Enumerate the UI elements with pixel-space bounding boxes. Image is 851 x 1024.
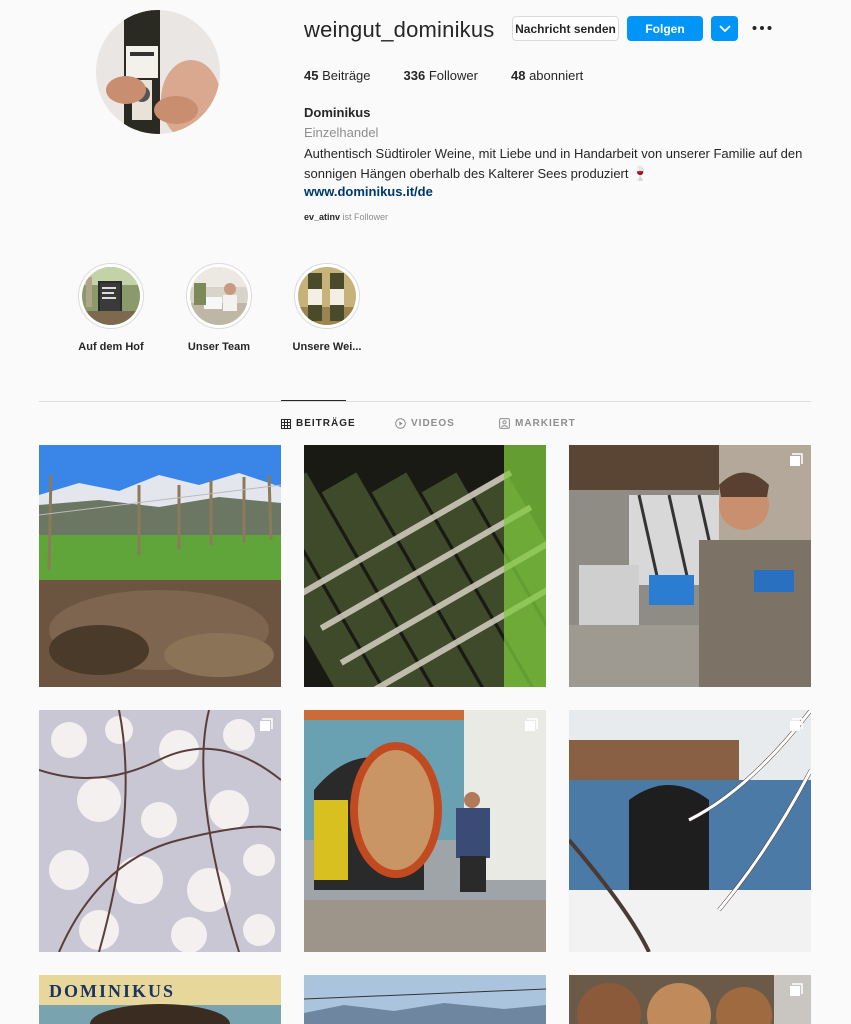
post-tile-snowy-entrance[interactable]: [569, 710, 811, 952]
profile-website-link[interactable]: www.dominikus.it/de: [304, 184, 433, 199]
multi-post-icon: [790, 718, 803, 731]
post-tile-blossoms[interactable]: [39, 710, 281, 952]
more-options-button[interactable]: [751, 18, 773, 38]
post-tile-vineyard-mountains[interactable]: [39, 445, 281, 687]
profile-username: weingut_dominikus: [304, 17, 495, 42]
multi-post-icon: [525, 718, 538, 731]
following-stat[interactable]: 48 abonniert: [511, 68, 583, 83]
multi-post-icon: [790, 983, 803, 996]
more-options-icon: [752, 26, 772, 30]
highlight-unser-team[interactable]: Unser Team: [174, 263, 264, 353]
multi-post-icon: [260, 718, 273, 731]
highlight-unsere-weine[interactable]: Unsere Wei...: [282, 263, 372, 353]
highlight-label: Unser Team: [187, 341, 251, 353]
highlight-label: Auf dem Hof: [78, 341, 144, 353]
post-tile-winemaker-cellar[interactable]: [569, 445, 811, 687]
highlight-auf-dem-hof[interactable]: Auf dem Hof: [66, 263, 156, 353]
tab-videos[interactable]: VIDEOS: [395, 418, 455, 429]
suggested-dropdown-button[interactable]: [711, 16, 738, 41]
svg-text:DOMINIKUS: DOMINIKUS: [49, 981, 175, 1001]
multi-post-icon: [790, 453, 803, 466]
tabs-divider: [39, 401, 811, 402]
tab-label: MARKIERT: [515, 418, 576, 429]
post-tile-dominikus-sign[interactable]: DOMINIKUS: [39, 975, 281, 1024]
tab-tagged[interactable]: MARKIERT: [499, 418, 576, 429]
highlight-cover-image: [298, 267, 356, 325]
highlight-label: Unsere Wei...: [292, 341, 362, 353]
profile-avatar[interactable]: [96, 10, 220, 134]
followers-stat[interactable]: 336 Follower: [404, 68, 478, 83]
posts-stat: 45 Beiträge: [304, 68, 371, 83]
post-tile-lake-view[interactable]: [304, 975, 546, 1024]
send-message-button[interactable]: Nachricht senden: [512, 16, 619, 41]
post-tile-barrels[interactable]: [569, 975, 811, 1024]
tab-label: BEITRÄGE: [296, 418, 356, 429]
tab-label: VIDEOS: [411, 418, 455, 429]
profile-bio: Authentisch Südtiroler Weine, mit Liebe …: [304, 146, 803, 181]
active-tab-indicator: [281, 400, 346, 401]
profile-category: Einzelhandel: [304, 125, 379, 140]
tab-posts[interactable]: BEITRÄGE: [281, 418, 356, 429]
play-circle-icon: [395, 418, 406, 429]
highlight-cover-image: [82, 267, 140, 325]
follow-button[interactable]: Folgen: [627, 16, 703, 41]
post-tile-wine-barrel[interactable]: [304, 710, 546, 952]
followed-by-text[interactable]: ev_atinv ist Follower: [304, 212, 388, 222]
chevron-down-icon: [718, 24, 731, 32]
grid-icon: [281, 418, 291, 429]
profile-stats: 45 Beiträge 336 Follower 48 abonniert: [304, 68, 616, 83]
profile-full-name: Dominikus: [304, 105, 371, 120]
highlight-cover-image: [190, 267, 248, 325]
post-tile-bottles-rack[interactable]: [304, 445, 546, 687]
tag-person-icon: [499, 418, 510, 429]
